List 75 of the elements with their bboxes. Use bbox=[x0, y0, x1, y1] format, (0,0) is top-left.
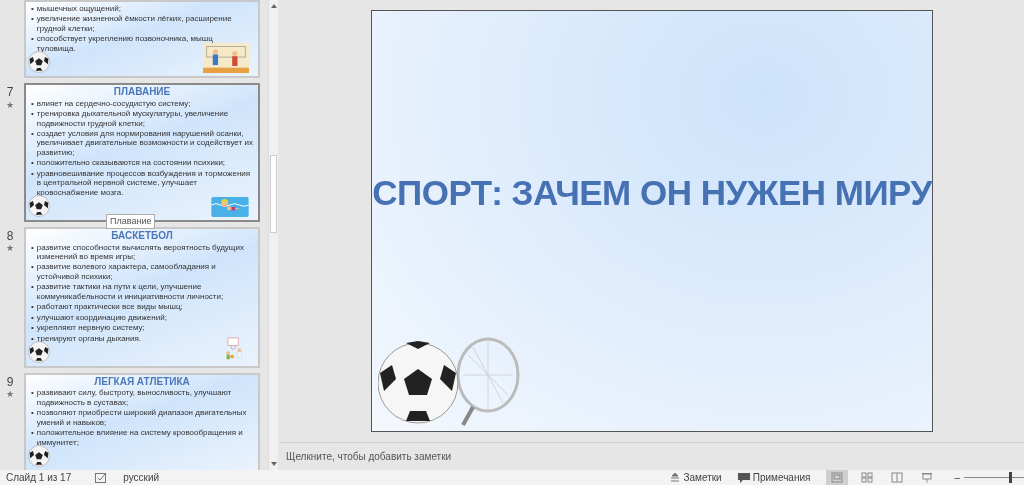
bullet-icon: • bbox=[31, 4, 34, 14]
bullet-text: работают практически все виды мышц; bbox=[36, 302, 183, 312]
bullet-text: тренируют органы дыхания. bbox=[36, 333, 142, 343]
bullet-icon: • bbox=[31, 312, 34, 323]
bullet-icon: • bbox=[31, 388, 34, 408]
bullet-text: способствует укреплению позвоночника, мышц туловища. bbox=[36, 34, 214, 54]
bullet-icon: • bbox=[31, 109, 34, 128]
animation-star-icon: ★ bbox=[6, 389, 14, 401]
normal-view-button[interactable] bbox=[826, 470, 849, 485]
bullet-text: позволяют приобрести широкий диапазон двигательных умений и навыков; bbox=[36, 408, 248, 428]
bullet-icon: • bbox=[31, 323, 34, 333]
animation-star-icon: ★ bbox=[6, 99, 14, 111]
slide-number: 8 bbox=[6, 229, 14, 244]
bullet-icon: • bbox=[31, 158, 34, 168]
bullet-icon: • bbox=[31, 242, 34, 262]
slide-thumbnail[interactable]: • мышечных ощущений; • увеличение жизненной ёмкости лёгких, расширение грудной клетки; • способствует укреплению позвоночника, мышц туловища. bbox=[24, 0, 260, 79]
bullet-icon: • bbox=[31, 333, 34, 343]
slide-thumbnail[interactable] bbox=[24, 227, 260, 368]
slide-title: СПОРТ: ЗАЧЕМ ОН НУЖЕН МИРУ bbox=[372, 172, 932, 214]
soccer-ball-icon bbox=[28, 445, 50, 468]
bullet-icon: • bbox=[31, 129, 34, 158]
slide-title: ЛЕГКАЯ АТЛЕТИКА bbox=[93, 375, 191, 389]
bullet-icon: • bbox=[31, 302, 34, 312]
bullet-text: положительное влияние на систему кровообращения и иммунитет; bbox=[36, 428, 244, 448]
bullet-text: укрепляют нервную систему; bbox=[36, 323, 145, 333]
bullet-icon: • bbox=[31, 168, 34, 198]
bullet-icon: • bbox=[31, 408, 34, 428]
slide-title: БАСКЕТБОЛ bbox=[110, 230, 174, 243]
slide-number: 9 bbox=[6, 374, 14, 390]
slide-title: ПЛАВАНИЕ bbox=[112, 86, 172, 99]
bullet-icon: • bbox=[31, 14, 34, 34]
bullet-icon: • bbox=[31, 262, 34, 282]
language[interactable]: русский bbox=[123, 470, 160, 485]
soccer-ball-icon bbox=[28, 195, 50, 218]
scrollbar-thumb[interactable] bbox=[270, 155, 277, 233]
bullet-icon: • bbox=[31, 34, 34, 54]
bullet-text: развитие способности вычислять вероятность будущих изменений во время игры; bbox=[36, 242, 245, 262]
bullet-text: мышечных ощущений; bbox=[36, 4, 121, 14]
zoom-slider-thumb[interactable] bbox=[1009, 472, 1012, 483]
scrollbar[interactable] bbox=[268, 0, 278, 470]
bullet-icon: • bbox=[31, 282, 34, 302]
soccer-ball-icon bbox=[28, 51, 50, 74]
view-icon bbox=[921, 472, 934, 483]
view-icon bbox=[861, 472, 874, 483]
tooltip: Плавание bbox=[106, 213, 156, 230]
bullet-text: развитие тактики на пути к цели, улучшение коммуникабельности и инициативности личности; bbox=[36, 282, 225, 302]
zoom-out-button[interactable]: – bbox=[954, 470, 960, 485]
bullet-text: положительно сказываются на состоянии психики; bbox=[36, 158, 226, 168]
bullet-text: влияет на сердечно-сосудистую систему; bbox=[36, 98, 191, 109]
bullet-text: улучшают координацию движений; bbox=[36, 312, 167, 323]
notes-button[interactable]: Заметки bbox=[670, 470, 722, 485]
bullet-icon: • bbox=[31, 98, 34, 109]
spellcheck-icon[interactable] bbox=[95, 472, 108, 483]
view-icon bbox=[891, 472, 904, 483]
bullet-text: увеличение жизненной ёмкости лёгких, расширение грудной клетки; bbox=[36, 14, 233, 34]
slide-number: 7 bbox=[6, 85, 14, 100]
animation-star-icon: ★ bbox=[6, 243, 14, 255]
comment-icon bbox=[737, 472, 750, 483]
players-picture bbox=[200, 43, 252, 74]
slide-counter: Слайд 1 из 17 bbox=[6, 471, 72, 485]
scroll-up-arrow-icon[interactable] bbox=[270, 3, 277, 9]
swimmer-picture bbox=[208, 197, 252, 218]
bullet-text: развитие волевого характера, самообладания и устойчивой психики; bbox=[36, 262, 217, 282]
bullet-text: тренировка дыхательной мускулатуры, увеличение подвижности грудной клетки; bbox=[36, 109, 230, 128]
notes-icon bbox=[670, 473, 681, 482]
zoom-slider[interactable] bbox=[964, 471, 1024, 484]
slide-thumbnail[interactable] bbox=[24, 372, 260, 470]
view-icon bbox=[831, 472, 844, 483]
bullet-text: создает условия для нормирования нарушений осанки, увеличивает двигательные возможности и содействует их развитию; bbox=[36, 129, 253, 158]
scroll-down-arrow-icon[interactable] bbox=[270, 461, 277, 467]
notes-placeholder[interactable]: Щелкните, чтобы добавить заметки bbox=[286, 449, 452, 464]
comments-button[interactable]: Примечания bbox=[737, 470, 811, 485]
bullet-icon: • bbox=[31, 428, 34, 448]
bullet-text: уравновешивание процессов возбуждения и торможения в центральной нервной системе, улучшает кровоснабжение мозга. bbox=[36, 168, 252, 198]
bullet-text: развивают силу, быстроту, выносливость, улучшают подвижность в суставах; bbox=[36, 388, 233, 408]
